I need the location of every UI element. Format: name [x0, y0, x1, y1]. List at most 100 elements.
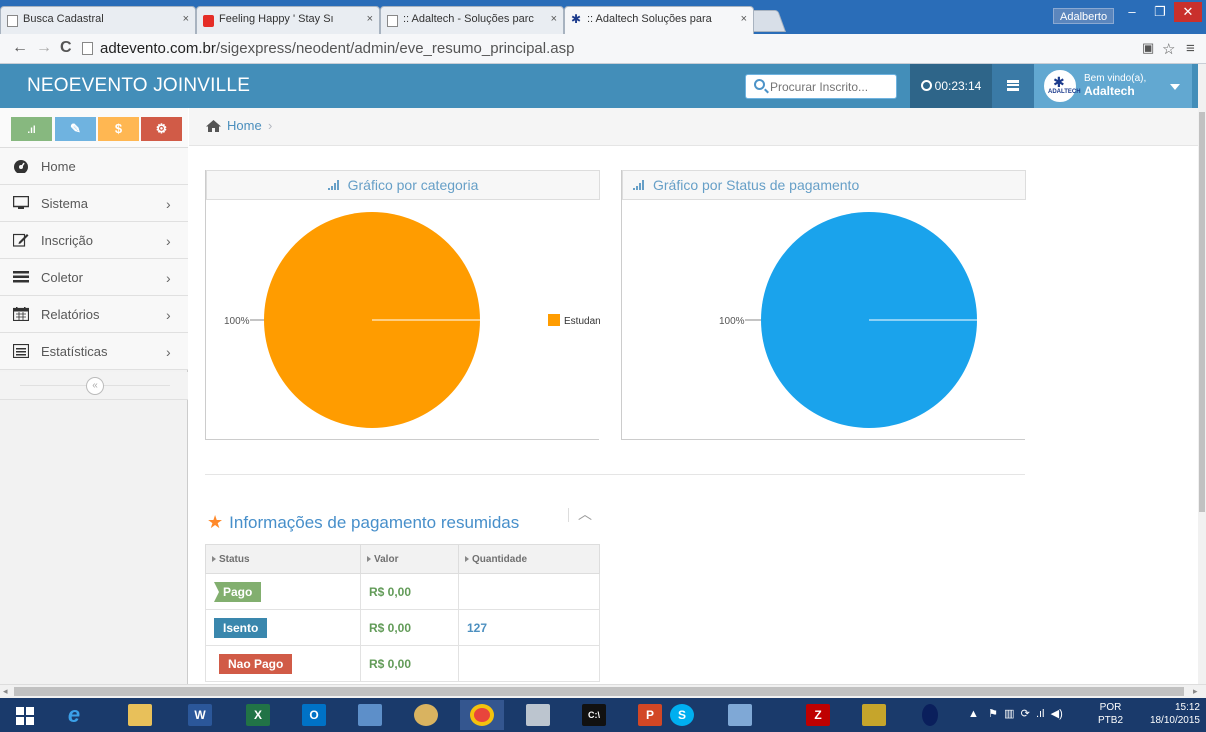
messages-button[interactable] [992, 64, 1034, 108]
shortcut-stats-button[interactable]: .ıl [11, 117, 52, 141]
back-icon[interactable]: ← [12, 39, 28, 57]
sidebar-item-label: Sistema [41, 196, 88, 211]
sidebar-shortcuts: .ıl ✎ $ ⚙ [0, 108, 188, 148]
table-row: Isento R$ 0,00 127 [205, 609, 600, 646]
sidebar-item-coletor[interactable]: Coletor › [0, 259, 188, 296]
tab-adaltech-active[interactable]: ✱ :: Adaltech Soluções para × [564, 6, 754, 34]
chevron-right-icon: › [166, 233, 171, 249]
scroll-right-icon[interactable]: ▸ [1193, 686, 1198, 697]
system-tray[interactable]: ▲ ⚑ ▥ ⟳ .ıl ◀) [968, 707, 1063, 720]
taskbar-calculator[interactable] [516, 700, 560, 730]
caret-down-icon [1170, 84, 1180, 90]
shortcut-finance-button[interactable]: $ [98, 117, 139, 141]
tab-busca-cadastral[interactable]: Busca Cadastral × [0, 6, 196, 34]
reload-icon[interactable]: C [60, 39, 72, 57]
tab-feeling-happy[interactable]: Feeling Happy ' Stay Sı × [196, 6, 380, 34]
browser-user-badge[interactable]: Adalberto [1053, 8, 1115, 24]
taskbar-app[interactable] [718, 700, 762, 730]
extension-icon[interactable]: ▣ [1142, 40, 1154, 56]
bookmark-star-icon[interactable]: ☆ [1162, 40, 1175, 58]
chart-categoria-box: Gráfico por categoria 100% Estudante [205, 170, 600, 440]
taskbar-filezilla[interactable]: Z [796, 700, 840, 730]
language-indicator[interactable]: POR PTB2 [1098, 701, 1123, 727]
table-header-row: Status Valor Quantidade [205, 544, 600, 574]
sidebar-item-home[interactable]: Home [0, 148, 188, 185]
taskbar-chrome[interactable] [460, 700, 504, 730]
app3-icon [922, 704, 938, 726]
close-tab-icon[interactable]: × [741, 13, 747, 25]
minimize-icon[interactable]: – [1118, 2, 1146, 22]
edit-icon [13, 233, 29, 247]
url-field[interactable]: adtevento.com.br/sigexpress/neodent/admi… [100, 40, 574, 57]
search-input[interactable] [770, 78, 894, 96]
taskbar-skype[interactable]: S [660, 700, 704, 730]
column-header-label: Status [219, 553, 250, 565]
taskbar-excel[interactable]: X [236, 700, 280, 730]
breadcrumb-home-link[interactable]: Home [227, 118, 262, 133]
dollar-icon: $ [114, 121, 123, 136]
column-header-valor[interactable]: Valor [360, 544, 459, 574]
sidebar-item-relatorios[interactable]: Relatórios › [0, 296, 188, 333]
shortcut-edit-button[interactable]: ✎ [55, 117, 96, 141]
column-header-status[interactable]: Status [205, 544, 361, 574]
tachometer-icon [14, 160, 28, 173]
skype-icon: S [670, 704, 694, 726]
close-window-icon[interactable]: ✕ [1174, 2, 1202, 22]
legend-swatch [548, 314, 560, 326]
system-clock[interactable]: 15:12 18/10/2015 [1144, 701, 1200, 727]
search-icon [754, 79, 765, 90]
sidebar-collapse-button[interactable]: « [86, 377, 104, 395]
horizontal-scrollbar[interactable]: ◂ ▸ [0, 684, 1206, 698]
cogs-icon: ⚙ [155, 121, 168, 136]
sync-icon[interactable]: ⟳ [1021, 708, 1030, 720]
caret-right-icon [367, 555, 371, 562]
sidebar-item-label: Inscrição [41, 233, 94, 248]
user-menu[interactable]: ✱ ADALTECH Bem vindo(a), Adaltech [1034, 64, 1192, 108]
taskbar-control-panel[interactable] [348, 700, 392, 730]
sidebar-item-inscricao[interactable]: Inscrição › [0, 222, 188, 259]
username: Adaltech [1084, 84, 1135, 98]
brand-title[interactable]: NEOEVENTO JOINVILLE [27, 75, 250, 97]
scroll-left-icon[interactable]: ◂ [3, 686, 8, 697]
taskbar-outlook[interactable]: O [292, 700, 336, 730]
close-tab-icon[interactable]: × [183, 13, 189, 25]
list-alt-icon [13, 344, 29, 358]
taskbar-app2[interactable] [852, 700, 896, 730]
tab-adaltech-1[interactable]: :: Adaltech - Soluções parc × [380, 6, 564, 34]
menu-icon[interactable]: ≡ [1186, 40, 1195, 57]
adaltech-favicon-icon: ✱ [571, 12, 582, 26]
taskbar-cmd[interactable]: C:\ [572, 700, 616, 730]
taskbar-paint[interactable] [404, 700, 448, 730]
caret-right-icon [465, 555, 469, 562]
valor-cell: R$ 0,00 [360, 573, 459, 610]
network-icon[interactable]: ▥ [1004, 708, 1014, 720]
chevron-right-icon: › [166, 196, 171, 212]
flag-icon[interactable]: ⚑ [988, 708, 998, 720]
welcome-text: Bem vindo(a), [1084, 73, 1147, 84]
close-tab-icon[interactable]: × [367, 13, 373, 25]
quantidade-cell [458, 573, 600, 610]
sidebar-item-sistema[interactable]: Sistema › [0, 185, 188, 222]
clock-icon [920, 80, 932, 91]
column-header-quantidade[interactable]: Quantidade [458, 544, 600, 574]
taskbar-word[interactable]: W [178, 700, 222, 730]
chart-title: Gráfico por categoria [347, 177, 479, 193]
table-row: Nao Pago R$ 0,00 [205, 645, 600, 682]
taskbar-explorer[interactable] [118, 700, 162, 730]
volume-icon[interactable]: ◀) [1051, 708, 1063, 720]
start-button[interactable] [4, 700, 48, 730]
forward-icon[interactable]: → [36, 39, 52, 57]
taskbar-ie[interactable]: e [52, 700, 96, 730]
close-tab-icon[interactable]: × [551, 13, 557, 25]
chevron-up-icon[interactable]: ︿ [578, 504, 592, 524]
shortcut-settings-button[interactable]: ⚙ [141, 117, 182, 141]
legend-label: Estudante [564, 316, 600, 327]
maximize-icon[interactable]: ❐ [1146, 2, 1174, 22]
tray-expand-icon[interactable]: ▲ [968, 708, 979, 720]
status-cell: Isento [205, 609, 361, 646]
vertical-scrollbar-thumb[interactable] [1199, 112, 1205, 512]
sidebar-item-estatisticas[interactable]: Estatísticas › [0, 333, 188, 370]
signal-icon[interactable]: .ıl [1036, 708, 1045, 720]
taskbar-app3[interactable] [908, 700, 952, 730]
horizontal-scrollbar-thumb[interactable] [14, 687, 1184, 696]
